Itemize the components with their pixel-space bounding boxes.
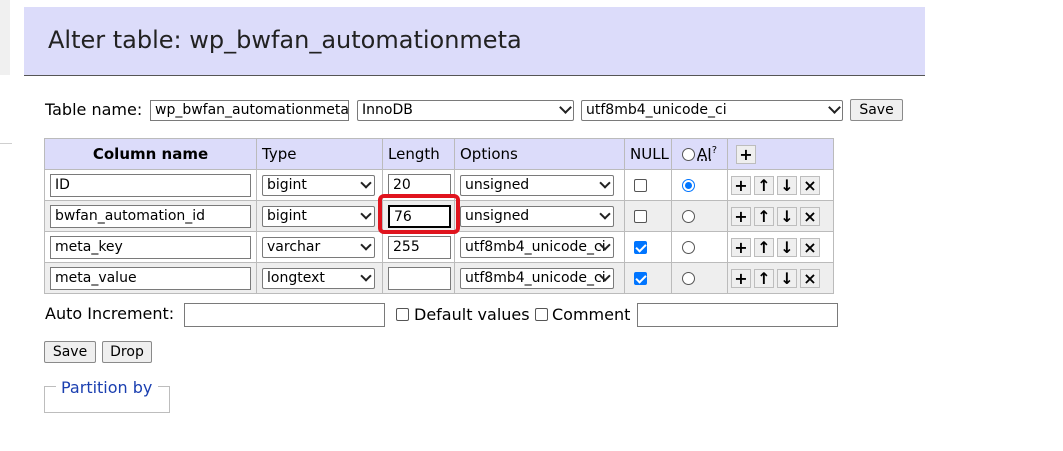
table-row: meta_value longtext utf8mb4_unicode_ci +…	[44, 262, 834, 294]
type-select-value: varchar	[267, 238, 321, 255]
move-down-button[interactable]: ↓	[777, 268, 797, 288]
fieldset-border	[44, 386, 56, 387]
column-name-input[interactable]: meta_value	[50, 266, 251, 290]
type-select-value: bigint	[267, 176, 307, 193]
chevron-down-icon	[360, 207, 372, 220]
delete-row-button[interactable]: ×	[800, 206, 820, 226]
chevron-down-icon	[599, 176, 611, 189]
drop-button[interactable]: Drop	[102, 341, 152, 363]
left-divider	[0, 143, 12, 144]
collation-select[interactable]: utf8mb4_unicode_ci	[581, 100, 843, 121]
options-select[interactable]: utf8mb4_unicode_ci	[460, 236, 614, 258]
chevron-down-icon	[360, 176, 372, 189]
engine-select-value: InnoDB	[362, 102, 413, 118]
delete-row-button[interactable]: ×	[800, 175, 820, 195]
auto-increment-label: Auto Increment:	[45, 304, 175, 323]
move-up-button[interactable]: ↑	[754, 237, 774, 257]
comment-input[interactable]	[637, 303, 838, 327]
ai-radio[interactable]	[682, 179, 695, 192]
header-column-name: Column name	[44, 138, 257, 170]
ai-radio[interactable]	[682, 272, 695, 285]
options-select-value: unsigned	[465, 176, 530, 193]
type-select[interactable]: longtext	[262, 267, 375, 289]
length-input[interactable]: 255	[388, 235, 451, 259]
header-add: +	[727, 138, 834, 170]
type-select-value: longtext	[267, 269, 325, 286]
page-header: Alter table: wp_bwfan_automationmeta	[24, 7, 925, 76]
move-down-button[interactable]: ↓	[777, 175, 797, 195]
add-row-button[interactable]: +	[731, 206, 751, 226]
columns-header-row: Column name Type Length Options NULL AI?…	[44, 138, 834, 170]
header-length: Length	[382, 138, 455, 170]
options-select[interactable]: utf8mb4_unicode_ci	[460, 267, 614, 289]
chevron-down-icon	[360, 238, 372, 251]
chevron-down-icon	[360, 269, 372, 282]
header-options: Options	[454, 138, 625, 170]
add-row-button[interactable]: +	[731, 268, 751, 288]
type-select[interactable]: bigint	[262, 205, 375, 227]
chevron-down-icon	[828, 101, 841, 114]
null-checkbox[interactable]	[634, 179, 647, 192]
left-rail	[0, 0, 10, 75]
ai-radio[interactable]	[682, 241, 695, 254]
table-name-label: Table name:	[45, 100, 143, 119]
length-input[interactable]	[388, 266, 451, 290]
add-column-button[interactable]: +	[736, 144, 756, 164]
ai-radio[interactable]	[682, 210, 695, 223]
ai-header-radio[interactable]	[682, 148, 695, 161]
header-type: Type	[256, 138, 383, 170]
type-select[interactable]: bigint	[262, 174, 375, 196]
null-checkbox[interactable]	[634, 241, 647, 254]
fieldset-border	[158, 386, 170, 387]
page-title: Alter table: wp_bwfan_automationmeta	[48, 26, 522, 54]
move-up-button[interactable]: ↑	[754, 268, 774, 288]
ai-help-link[interactable]: ?	[712, 145, 717, 156]
header-ai: AI?	[671, 138, 728, 170]
column-name-input[interactable]: meta_key	[50, 235, 251, 259]
column-name-input[interactable]: ID	[50, 173, 251, 197]
ai-label: AI	[697, 145, 712, 163]
default-values-label: Default values	[414, 305, 530, 324]
options-select[interactable]: unsigned	[460, 205, 614, 227]
comment-label: Comment	[552, 305, 631, 324]
collation-select-value: utf8mb4_unicode_ci	[586, 102, 727, 118]
table-save-button[interactable]: Save	[850, 99, 903, 121]
chevron-down-icon	[559, 101, 572, 114]
options-select-value: utf8mb4_unicode_ci	[465, 269, 606, 286]
options-select[interactable]: unsigned	[460, 174, 614, 196]
table-name-input[interactable]: wp_bwfan_automationmeta	[150, 100, 349, 121]
add-row-button[interactable]: +	[731, 237, 751, 257]
move-down-button[interactable]: ↓	[777, 206, 797, 226]
options-select-value: unsigned	[465, 207, 530, 224]
header-null: NULL	[624, 138, 672, 170]
engine-select[interactable]: InnoDB	[357, 100, 574, 121]
delete-row-button[interactable]: ×	[800, 268, 820, 288]
partition-by-toggle[interactable]: Partition by	[61, 378, 152, 397]
add-row-button[interactable]: +	[731, 175, 751, 195]
default-values-checkbox[interactable]	[396, 308, 409, 321]
type-select-value: bigint	[267, 207, 307, 224]
chevron-down-icon	[599, 207, 611, 220]
move-up-button[interactable]: ↑	[754, 206, 774, 226]
table-row: meta_key varchar 255 utf8mb4_unicode_ci …	[44, 231, 834, 263]
auto-increment-input[interactable]	[184, 303, 385, 327]
delete-row-button[interactable]: ×	[800, 237, 820, 257]
move-down-button[interactable]: ↓	[777, 237, 797, 257]
null-checkbox[interactable]	[634, 210, 647, 223]
column-name-input[interactable]: bwfan_automation_id	[50, 204, 251, 228]
length-highlight-box	[378, 194, 460, 234]
comment-checkbox[interactable]	[535, 308, 548, 321]
move-up-button[interactable]: ↑	[754, 175, 774, 195]
options-select-value: utf8mb4_unicode_ci	[465, 238, 606, 255]
type-select[interactable]: varchar	[262, 236, 375, 258]
save-button[interactable]: Save	[44, 341, 96, 363]
null-checkbox[interactable]	[634, 272, 647, 285]
